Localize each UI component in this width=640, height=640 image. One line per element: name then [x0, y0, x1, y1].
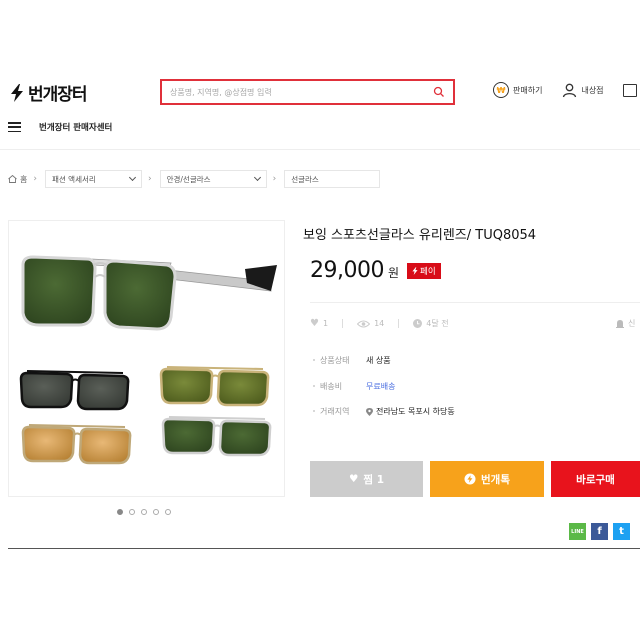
chat-button[interactable]: 번개톡 [430, 461, 544, 497]
bunpay-badge: 페이 [407, 263, 441, 279]
detail-value-location[interactable]: 전라남도 목포시 하당동 [366, 406, 455, 417]
likes-stat: ♥ 1 [310, 318, 328, 329]
product-stats: ♥ 1 14 4달 전 신 [310, 318, 640, 329]
section-divider [8, 548, 640, 549]
seller-center-link[interactable]: 번개장터 판매자센터 [39, 121, 112, 133]
category-select-label: 선글라스 [291, 174, 319, 184]
breadcrumb-home[interactable]: 홈 [8, 174, 27, 185]
sell-link[interactable]: ₩ 판매하기 [493, 82, 542, 98]
chat-button-label: 번개톡 [481, 473, 510, 486]
info-divider [310, 302, 640, 303]
hamburger-menu-icon[interactable] [8, 122, 21, 132]
chevron-right-icon: › [272, 174, 277, 184]
clock-icon [413, 319, 423, 328]
site-logo[interactable]: 번개장터 [10, 80, 88, 105]
carousel-dot[interactable] [117, 509, 123, 515]
pay-badge-label: 페이 [420, 267, 436, 277]
chat-bolt-icon [464, 473, 476, 485]
twitter-share-icon[interactable]: t [613, 523, 630, 540]
posted-stat: 4달 전 [413, 318, 449, 329]
breadcrumb: 홈 › 패션 액세서리 › 안경/선글라스 › 선글라스 [8, 170, 381, 188]
detail-value: 무료배송 [366, 381, 396, 391]
facebook-share-icon[interactable]: f [591, 523, 608, 540]
detail-value: 새 상품 [366, 356, 391, 366]
detail-row-location: 거래지역 전라남도 목포시 하당동 [313, 399, 455, 425]
siren-icon [616, 320, 624, 328]
price-currency: 원 [387, 266, 400, 280]
top-links: ₩ 판매하기 내상점 [493, 82, 624, 98]
home-icon [8, 175, 17, 183]
line-share-icon[interactable]: LINE [569, 523, 586, 540]
sunglasses-photo [19, 255, 277, 465]
views-stat: 14 [357, 319, 384, 328]
report-link[interactable]: 신 [616, 318, 635, 329]
chevron-right-icon: › [33, 174, 37, 184]
stat-divider [398, 319, 400, 328]
carousel-dot[interactable] [141, 509, 147, 515]
home-label: 홈 [20, 174, 28, 184]
nav-bar: 번개장터 판매자센터 [8, 121, 112, 133]
lightning-logo-icon [11, 83, 23, 102]
heart-icon: ♥ [310, 318, 319, 329]
location-pin-icon [366, 407, 373, 416]
carousel-dot[interactable] [129, 509, 135, 515]
detail-row-condition: 상품상태 새 상품 [313, 348, 455, 374]
likes-count: 1 [322, 319, 329, 328]
heart-icon: ♥ [348, 473, 359, 485]
posted-time: 4달 전 [426, 319, 449, 328]
product-title: 보잉 스포츠선글라스 유리렌즈/ TUQ8054 [303, 228, 537, 243]
product-details: 상품상태 새 상품 배송비 무료배송 거래지역 전라남도 목포시 하당동 [313, 348, 455, 425]
views-count: 14 [374, 319, 385, 328]
user-icon [563, 83, 577, 97]
eye-icon [357, 320, 371, 327]
header-divider [0, 149, 640, 150]
product-image[interactable] [8, 220, 285, 497]
like-button-label: 찜 1 [363, 473, 385, 486]
search-input[interactable] [170, 87, 433, 97]
chevron-down-icon [128, 173, 137, 182]
category-select-3[interactable]: 선글라스 [284, 170, 381, 188]
carousel-dot[interactable] [153, 509, 159, 515]
chevron-down-icon [253, 173, 261, 182]
carousel-dot[interactable] [165, 509, 171, 515]
detail-label: 거래지역 [313, 406, 366, 417]
category-select-label: 안경/선글라스 [166, 174, 211, 184]
logo-text: 번개장터 [28, 85, 88, 105]
search-bar[interactable] [160, 79, 455, 105]
chat-bubble-icon[interactable] [623, 84, 637, 97]
report-label: 신 [628, 319, 636, 328]
my-shop-link[interactable]: 내상점 [562, 83, 604, 98]
my-shop-label: 내상점 [581, 85, 604, 95]
buy-now-button[interactable]: 바로구매 [551, 461, 640, 497]
category-select-2[interactable]: 안경/선글라스 [159, 170, 267, 188]
location-text: 전라남도 목포시 하당동 [376, 407, 455, 417]
category-select-label: 패션 액세서리 [51, 174, 96, 184]
price-row: 29,000 원 페이 [310, 258, 441, 283]
stat-divider [342, 319, 344, 328]
like-button[interactable]: ♥ 찜 1 [310, 461, 423, 497]
won-coin-icon: ₩ [493, 82, 509, 98]
image-carousel-dots [117, 509, 171, 515]
sell-label: 판매하기 [513, 85, 543, 95]
category-select-1[interactable]: 패션 액세서리 [44, 170, 142, 188]
detail-row-shipping: 배송비 무료배송 [313, 374, 455, 400]
detail-label: 상품상태 [313, 355, 366, 366]
buy-button-label: 바로구매 [576, 473, 615, 486]
search-icon[interactable] [433, 86, 445, 98]
detail-label: 배송비 [313, 381, 366, 392]
product-price: 29,000 [310, 258, 384, 283]
share-buttons: LINE f t [569, 523, 630, 540]
lightning-icon [412, 267, 418, 275]
chevron-right-icon: › [147, 174, 152, 184]
